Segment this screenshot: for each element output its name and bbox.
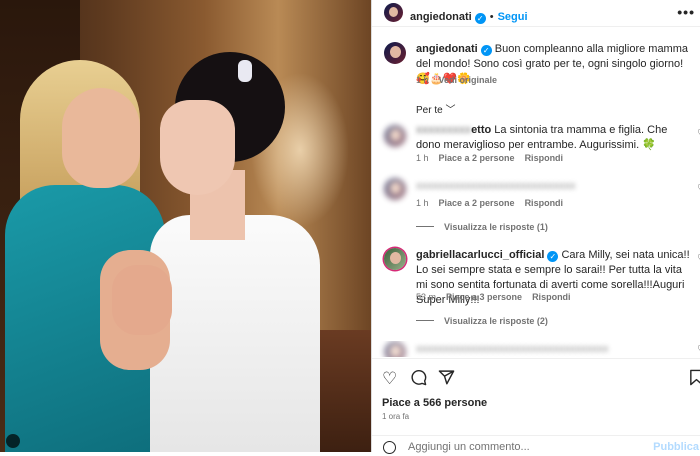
commenter-username-blurred: xxxxxxxxx xyxy=(416,124,472,136)
post-header: angiedonati ✓ • Segui ••• xyxy=(372,0,700,27)
comment-text-blurred: xxxxxxxxxxxxxxxxxxxxxxxxxxxxxxxxxxx xyxy=(416,343,609,355)
post-photo[interactable] xyxy=(0,0,371,452)
verified-badge-icon: ✓ xyxy=(480,45,492,56)
commenter-username[interactable]: etto xyxy=(471,124,491,136)
comment-time: 53 m xyxy=(416,292,437,302)
verified-badge-icon: ✓ xyxy=(547,251,559,262)
comment-icon[interactable] xyxy=(410,369,427,391)
commenter-avatar[interactable] xyxy=(384,125,406,147)
likes-count[interactable]: Piace a 566 persone xyxy=(382,397,487,409)
replies-divider-line xyxy=(416,320,434,321)
reply-button[interactable]: Rispondi xyxy=(532,292,571,302)
photo-figure-left-face xyxy=(62,88,140,188)
bookmark-icon[interactable] xyxy=(688,369,700,391)
tagged-people-icon[interactable] xyxy=(6,434,20,448)
reply-button[interactable]: Rispondi xyxy=(525,153,564,163)
comment-likes[interactable]: Piace a 3 persone xyxy=(446,292,522,302)
post-actions-bar: ♡ Piace a 566 persone 1 ora fa Pubblica xyxy=(372,358,700,455)
more-options-icon[interactable]: ••• xyxy=(677,4,695,20)
post-time: 1 ora fa xyxy=(382,412,410,421)
verified-badge-icon: ✓ xyxy=(474,13,486,24)
photo-figure-right-face xyxy=(160,100,235,195)
caption-username[interactable]: angiedonati xyxy=(416,43,478,55)
comment-likes[interactable]: Piace a 2 persone xyxy=(439,198,515,208)
photo-hair-accessory xyxy=(238,60,252,82)
emoji-icon[interactable] xyxy=(383,441,396,454)
caption-avatar[interactable] xyxy=(384,42,406,64)
view-replies-button[interactable]: Visualizza le risposte (2) xyxy=(416,316,548,326)
comment-item-partial: xxxxxxxxxxxxxxxxxxxxxxxxxxxxxxxxxxx ♡ xyxy=(372,341,700,357)
photo-figure-right-dress xyxy=(150,215,320,452)
comment-text-blurred: xxxxxxxxxxxxxxxxxxxxxxxxxxxxx xyxy=(416,180,576,192)
comment-likes[interactable]: Piace a 2 persone xyxy=(439,153,515,163)
comment-time: 1 h xyxy=(416,198,429,208)
commenter-avatar[interactable] xyxy=(384,248,406,270)
view-replies-label: Visualizza le risposte (2) xyxy=(444,316,548,326)
post-side-panel: angiedonati ✓ • Segui ••• angiedonati ✓ Buon… xyxy=(371,0,700,455)
replies-divider-line xyxy=(416,226,434,227)
view-replies-label: Visualizza le risposte (1) xyxy=(444,222,548,232)
publish-button[interactable]: Pubblica xyxy=(653,441,699,453)
author-avatar[interactable] xyxy=(384,3,403,22)
for-you-filter[interactable]: Per te ﹀ xyxy=(416,101,455,116)
separator-dot: • xyxy=(489,11,494,23)
reply-button[interactable]: Rispondi xyxy=(525,198,564,208)
follow-button[interactable]: Segui xyxy=(498,11,528,23)
comment-time: 1 h xyxy=(416,153,429,163)
photo-clasped-hands xyxy=(112,265,172,335)
commenter-avatar[interactable] xyxy=(384,341,406,357)
author-username[interactable]: angiedonati xyxy=(410,11,472,23)
view-replies-button[interactable]: Visualizza le risposte (1) xyxy=(416,222,548,232)
caption-time: 1 h xyxy=(416,75,429,85)
share-icon[interactable] xyxy=(438,369,455,391)
comment-input[interactable] xyxy=(408,441,638,453)
heart-icon[interactable]: ♡ xyxy=(382,369,397,389)
see-original-link[interactable]: Vedi originale xyxy=(439,75,498,85)
commenter-avatar[interactable] xyxy=(384,178,406,200)
commenter-username[interactable]: gabriellacarlucci_official xyxy=(416,249,544,261)
add-comment-row: Pubblica xyxy=(372,435,700,456)
